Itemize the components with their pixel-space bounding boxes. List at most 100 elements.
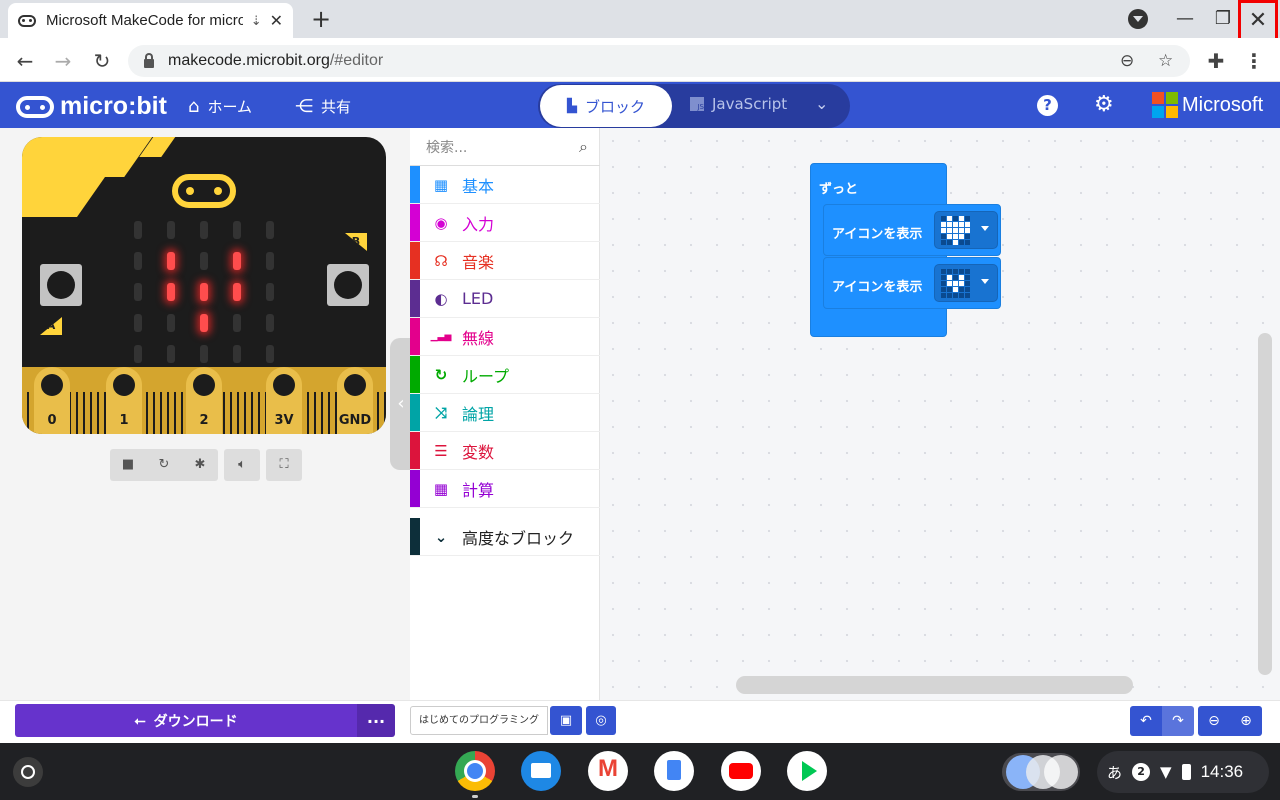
toolbox-category-6[interactable]: ↻ ループ xyxy=(410,356,600,394)
led-pixel xyxy=(233,252,241,270)
category-color-bar xyxy=(410,432,420,469)
toolbox-category-8[interactable]: ☰ 変数 xyxy=(410,432,600,470)
new-tab-button[interactable]: + xyxy=(308,5,334,33)
blocks-tab-label: ブロック xyxy=(584,97,645,116)
docs-icon[interactable] xyxy=(654,751,694,791)
chrome-icon[interactable] xyxy=(455,751,495,791)
play-store-icon[interactable] xyxy=(787,751,827,791)
help-icon[interactable]: ? xyxy=(1037,95,1058,116)
status-tray[interactable]: あ 2 ▼ 14:36 xyxy=(1097,751,1269,793)
redo-icon[interactable]: ↷ xyxy=(1162,706,1194,736)
icon-pixel xyxy=(953,222,958,227)
category-color-bar xyxy=(410,242,420,279)
toolbox-search-input[interactable]: 検索... ⌕ xyxy=(410,128,600,166)
usb-icon: ⭠ xyxy=(134,712,146,729)
github-icon[interactable]: ◎ xyxy=(586,706,616,735)
youtube-icon[interactable] xyxy=(721,751,761,791)
microbit-logo[interactable]: micro:bit xyxy=(16,92,167,121)
toolbox-category-7[interactable]: ⤨ 論理 xyxy=(410,394,600,432)
maximize-button[interactable]: ❐ xyxy=(1208,6,1238,32)
show-icon-block[interactable]: アイコンを表示 xyxy=(823,204,1001,256)
toolbox-category-2[interactable]: ◉ 入力 xyxy=(410,204,600,242)
share-button[interactable]: ⋲ 共有 xyxy=(295,96,351,117)
workspace-vertical-scrollbar[interactable] xyxy=(1258,333,1272,675)
show-icon-block[interactable]: アイコンを表示 xyxy=(823,257,1001,309)
tab-close-icon[interactable]: ✕ xyxy=(270,11,283,31)
reload-icon[interactable]: ↻ xyxy=(89,48,115,74)
bookmark-star-icon[interactable]: ☆ xyxy=(1158,51,1173,71)
led-pixel xyxy=(167,221,175,239)
collapse-simulator-chevron-icon[interactable]: ‹ xyxy=(390,338,412,470)
target-icon: ◉ xyxy=(434,213,448,232)
microbit-logo-icon xyxy=(16,95,54,118)
sim-fullscreen-group: ⛶ xyxy=(266,449,302,481)
extensions-icon[interactable]: ✚ xyxy=(1203,48,1229,74)
workspace-horizontal-scrollbar[interactable] xyxy=(736,676,1133,694)
profile-dropdown-icon[interactable] xyxy=(1128,9,1148,29)
button-a[interactable] xyxy=(40,264,82,306)
download-button[interactable]: ⭠ ダウンロード xyxy=(15,704,357,737)
download-more-button[interactable]: ... xyxy=(357,704,395,737)
headphones-icon: ☊ xyxy=(434,251,448,270)
led-pixel xyxy=(134,314,142,332)
back-arrow-icon[interactable]: ← xyxy=(12,48,38,74)
javascript-tab[interactable]: JS JavaScript xyxy=(690,95,787,113)
category-label: 計算 xyxy=(462,480,495,500)
toolbox-category-5[interactable]: ▁▃▅ 無線 xyxy=(410,318,600,356)
blocks-tab[interactable]: ▙ ブロック xyxy=(540,85,672,127)
zoom-icon[interactable]: ⊖ xyxy=(1120,51,1134,71)
tote-holding-space[interactable] xyxy=(1002,753,1080,791)
files-icon[interactable] xyxy=(521,751,561,791)
undo-icon[interactable]: ↶ xyxy=(1130,706,1162,736)
icon-picker[interactable] xyxy=(934,264,998,302)
toolbox-category-9[interactable]: ▦ 計算 xyxy=(410,470,600,508)
microsoft-logo[interactable]: Microsoft xyxy=(1152,92,1263,118)
led-pixel xyxy=(167,314,175,332)
led-pixel xyxy=(233,283,241,301)
icon-picker[interactable] xyxy=(934,211,998,249)
debug-bug-icon[interactable]: ✱ xyxy=(182,449,218,481)
microsoft-label: Microsoft xyxy=(1182,93,1264,116)
fullscreen-icon[interactable]: ⛶ xyxy=(266,449,302,481)
icon-pixel xyxy=(947,216,952,221)
icon-pixel xyxy=(965,287,970,292)
chevron-down-icon: ⌄ xyxy=(434,527,448,546)
browser-tab[interactable]: Microsoft MakeCode for micro:bit ⇣ ✕ xyxy=(8,3,293,38)
icon-pixel xyxy=(947,234,952,239)
save-disk-icon[interactable]: ▣ xyxy=(550,706,582,735)
sim-audio-group: 🔈︎ xyxy=(224,449,260,481)
menu-kebab-icon[interactable]: ⋮ xyxy=(1241,48,1267,74)
project-name-input[interactable]: はじめてのプログラミング xyxy=(410,706,548,735)
home-button[interactable]: ⌂ ホーム xyxy=(188,96,252,117)
microsoft-squares-icon xyxy=(1152,92,1178,118)
gear-icon[interactable]: ⚙ xyxy=(1094,92,1114,117)
microbit-touch-logo-icon[interactable] xyxy=(172,174,236,208)
zoom-in-icon[interactable]: ⊕ xyxy=(1230,706,1262,736)
restart-icon[interactable]: ↻ xyxy=(146,449,182,481)
icon-pixel xyxy=(959,222,964,227)
minimize-button[interactable]: — xyxy=(1170,6,1200,32)
toolbox-category-1[interactable]: ▦ 基本 xyxy=(410,166,600,204)
url-field[interactable]: makecode.microbit.org/#editor ⊖ ☆ xyxy=(128,45,1190,77)
zoom-out-icon[interactable]: ⊖ xyxy=(1198,706,1230,736)
stop-icon[interactable]: ■ xyxy=(110,449,146,481)
button-b[interactable] xyxy=(327,264,369,306)
small-heart-icon-preview xyxy=(941,269,970,298)
toolbox-category-4[interactable]: ◐ LED xyxy=(410,280,600,318)
forward-arrow-icon[interactable]: → xyxy=(50,48,76,74)
icon-pixel xyxy=(959,281,964,286)
speaker-icon[interactable]: 🔈︎ xyxy=(224,449,260,481)
icon-pixel xyxy=(965,281,970,286)
language-dropdown-chevron-icon[interactable]: ⌄ xyxy=(815,94,828,113)
launcher-icon[interactable] xyxy=(13,757,43,787)
toolbox-category-3[interactable]: ☊ 音楽 xyxy=(410,242,600,280)
ms-square-yellow xyxy=(1166,106,1178,118)
led-pixel xyxy=(266,345,274,363)
gmail-icon[interactable] xyxy=(588,751,628,791)
edge-connector: 0 1 2 3V GND xyxy=(22,367,386,434)
clock-time: 14:36 xyxy=(1200,762,1244,781)
battery-icon xyxy=(1181,764,1191,780)
wifi-icon: ▼ xyxy=(1160,763,1172,781)
javascript-tab-label: JavaScript xyxy=(712,95,788,113)
toolbox-category-10[interactable]: ⌄ 高度なブロック xyxy=(410,518,600,556)
